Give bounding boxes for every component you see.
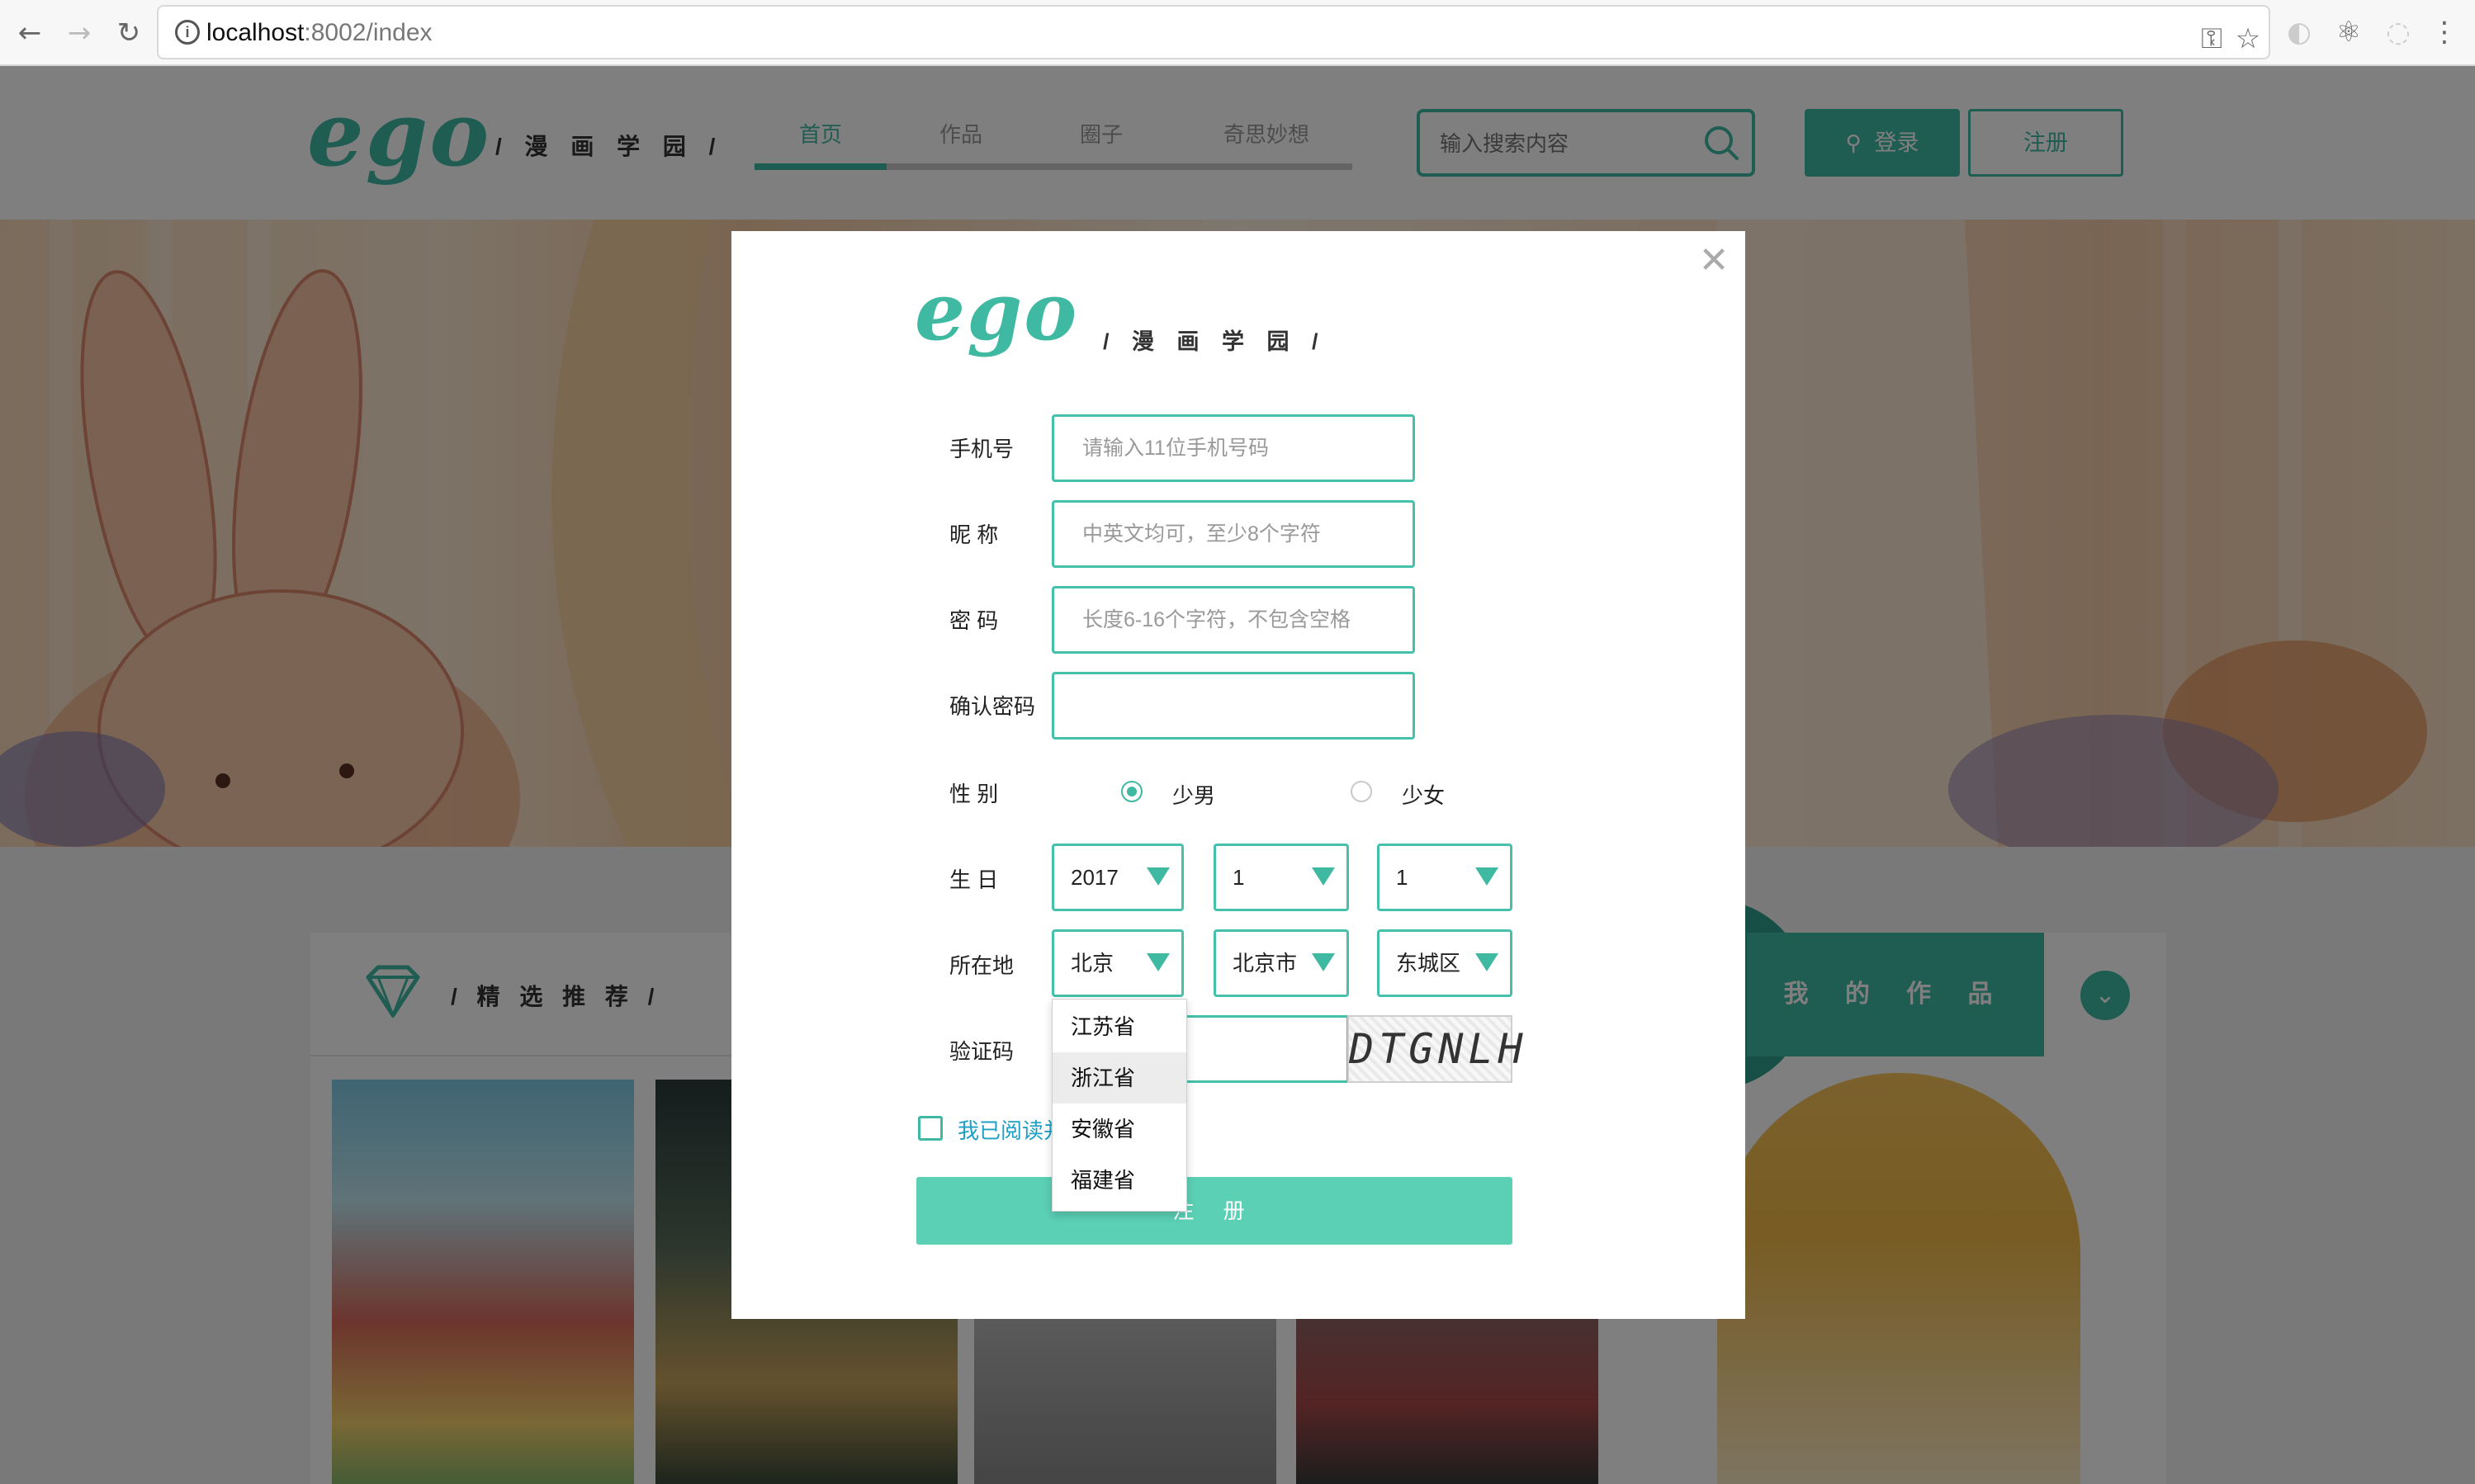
close-icon[interactable]: ✕ <box>1696 243 1732 279</box>
agree-checkbox[interactable] <box>918 1116 943 1141</box>
province-option[interactable]: 安徽省 <box>1053 1104 1186 1155</box>
confirm-password-input[interactable] <box>1052 672 1415 740</box>
gender-male-radio[interactable] <box>1121 781 1143 802</box>
birth-month-select[interactable]: 1 <box>1214 844 1349 911</box>
province-value: 北京 <box>1071 951 1114 976</box>
extension-icon-3[interactable]: ◌ <box>2378 10 2419 54</box>
city-value: 北京市 <box>1233 951 1298 976</box>
birth-month-value: 1 <box>1233 865 1245 890</box>
city-select[interactable]: 北京市 <box>1214 929 1349 997</box>
birth-day-select[interactable]: 1 <box>1377 844 1512 911</box>
gender-male-label[interactable]: 少男 <box>1172 779 1215 810</box>
password-input[interactable]: 长度6-16个字符，不包含空格 <box>1052 586 1415 654</box>
browser-toolbar: ← → ↻ i localhost:8002/index ⚿ ☆ ◐ ⚛ ◌ ⋮ <box>0 0 2475 66</box>
url-host: localhost <box>206 19 305 46</box>
caret-down-icon <box>1147 953 1170 971</box>
gender-female-radio[interactable] <box>1351 781 1372 802</box>
forward-arrow-icon[interactable]: → <box>58 12 101 54</box>
province-option[interactable]: 福建省 <box>1053 1155 1186 1206</box>
gender-female-label[interactable]: 少女 <box>1402 779 1445 810</box>
modal-logo: ego <box>915 265 1079 358</box>
district-select[interactable]: 东城区 <box>1377 929 1512 997</box>
province-select[interactable]: 北京 <box>1052 929 1184 997</box>
province-option[interactable]: 江苏省 <box>1053 1001 1186 1052</box>
register-submit-button[interactable]: 注 册 <box>916 1177 1512 1245</box>
phone-input[interactable]: 请输入11位手机号码 <box>1052 414 1415 482</box>
url-text[interactable]: localhost:8002/index <box>206 18 433 48</box>
url-path: :8002/index <box>304 19 433 46</box>
address-bar[interactable]: i localhost:8002/index ⚿ ☆ <box>157 5 2270 59</box>
gender-label: 性 别 <box>949 782 999 806</box>
province-dropdown-list: 江苏省 浙江省 安徽省 福建省 <box>1052 999 1187 1212</box>
nickname-input[interactable]: 中英文均可，至少8个字符 <box>1052 500 1415 568</box>
birth-year-select[interactable]: 2017 <box>1052 844 1184 911</box>
info-icon[interactable]: i <box>175 20 200 45</box>
caret-down-icon <box>1312 953 1335 971</box>
key-icon[interactable]: ⚿ <box>2191 17 2232 61</box>
react-devtools-icon[interactable]: ⚛ <box>2328 10 2369 54</box>
caret-down-icon <box>1312 867 1335 886</box>
caret-down-icon <box>1475 953 1498 971</box>
register-modal: ✕ ego / 漫 画 学 园 / 手机号 请输入11位手机号码 昵 称 中英文… <box>731 231 1745 1319</box>
star-bookmark-icon[interactable]: ☆ <box>2227 17 2269 61</box>
birth-year-value: 2017 <box>1071 865 1119 890</box>
reload-icon[interactable]: ↻ <box>107 12 150 54</box>
birth-day-value: 1 <box>1396 865 1408 890</box>
district-value: 东城区 <box>1396 951 1461 976</box>
captcha-image[interactable]: DTGNLH <box>1347 1015 1523 1083</box>
caret-down-icon <box>1147 867 1170 886</box>
extension-icon-1[interactable]: ◐ <box>2279 10 2320 54</box>
province-option-highlighted[interactable]: 浙江省 <box>1053 1052 1186 1104</box>
agree-terms-link[interactable]: 我已阅读并 <box>958 1114 1065 1145</box>
back-arrow-icon[interactable]: ← <box>8 12 51 54</box>
menu-kebab-icon[interactable]: ⋮ <box>2424 10 2465 54</box>
caret-down-icon <box>1475 867 1498 886</box>
modal-logo-subtitle: / 漫 画 学 园 / <box>1103 329 1327 354</box>
